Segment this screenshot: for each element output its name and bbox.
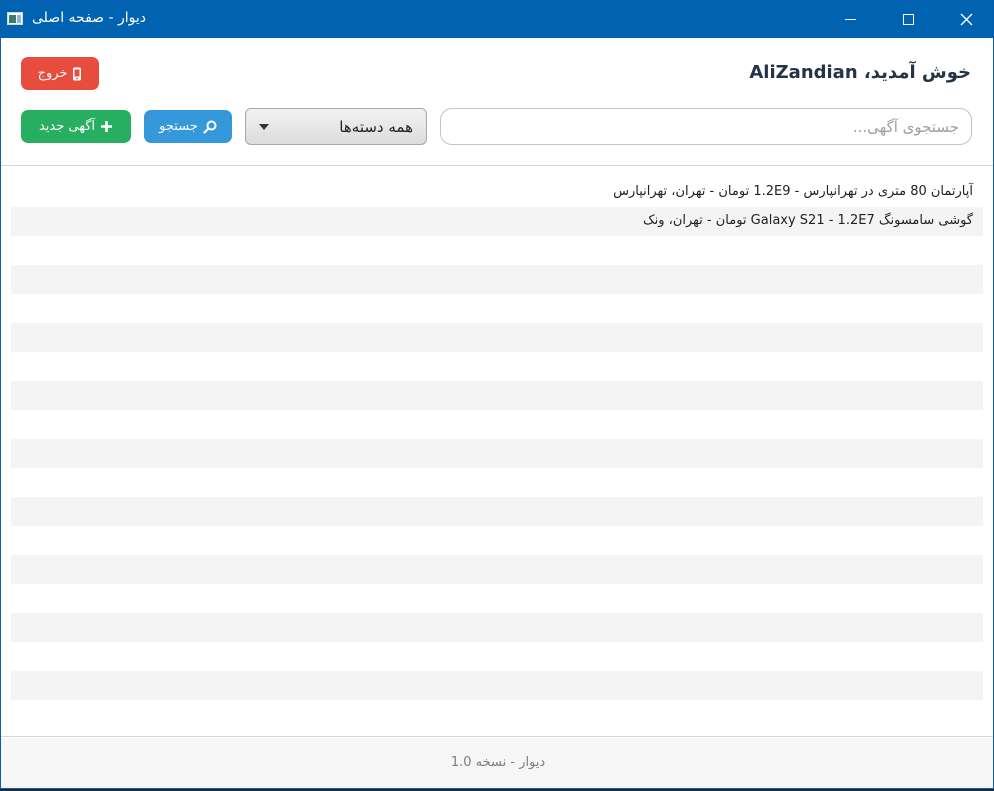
list-item-empty	[11, 526, 983, 555]
category-select[interactable]: همه دسته‌ها	[245, 108, 427, 145]
search-input[interactable]	[440, 108, 972, 145]
maximize-icon	[902, 14, 914, 25]
list-item-empty	[11, 439, 983, 468]
footer: دیوار - نسخه 1.0	[1, 738, 993, 788]
search-button[interactable]: جستجو	[144, 110, 232, 143]
minimize-button[interactable]	[827, 1, 873, 38]
list-item-empty	[11, 381, 983, 410]
list-item-empty	[11, 700, 983, 729]
list-item-empty	[11, 236, 983, 265]
maximize-button[interactable]	[885, 1, 931, 38]
logout-label: خروج	[37, 66, 68, 81]
list-item-empty	[11, 294, 983, 323]
minimize-icon	[844, 19, 856, 20]
listings-list[interactable]: آپارتمان 80 متری در تهرانپارس - 1.2E9 تو…	[1, 165, 993, 737]
phone-icon	[72, 67, 82, 81]
list-item-empty	[11, 642, 983, 671]
list-item-empty	[11, 265, 983, 294]
new-ad-button[interactable]: آگهی جدید	[21, 110, 131, 143]
list-item-empty	[11, 323, 983, 352]
close-icon	[960, 13, 972, 26]
list-item-empty	[11, 671, 983, 700]
close-button[interactable]	[943, 1, 989, 38]
list-item-empty	[11, 410, 983, 439]
list-item-empty	[11, 352, 983, 381]
main-window: دیوار - صفحه اصلی خوش آمدید، AliZandian …	[0, 0, 994, 789]
dropdown-arrow-icon	[259, 124, 269, 130]
list-item-empty	[11, 497, 983, 526]
plus-icon	[100, 120, 113, 133]
list-item-empty	[11, 555, 983, 584]
new-ad-label: آگهی جدید	[38, 119, 96, 134]
list-item-empty	[11, 584, 983, 613]
logout-button[interactable]: خروج	[21, 57, 99, 90]
listing-text: آپارتمان 80 متری در تهرانپارس - 1.2E9 تو…	[613, 184, 973, 199]
welcome-heading: خوش آمدید، AliZandian	[749, 62, 971, 83]
list-item[interactable]: گوشی سامسونگ Galaxy S21 - 1.2E7 تومان - …	[11, 207, 983, 236]
magnifier-icon	[203, 120, 217, 134]
list-item-empty	[11, 468, 983, 497]
title-bar[interactable]: دیوار - صفحه اصلی	[1, 1, 993, 38]
window-title: دیوار - صفحه اصلی	[32, 10, 147, 26]
list-item-empty	[11, 613, 983, 642]
app-window-icon	[7, 12, 23, 25]
search-label: جستجو	[159, 119, 198, 134]
category-selected-value: همه دسته‌ها	[339, 118, 413, 136]
footer-version-text: دیوار - نسخه 1.0	[450, 755, 546, 770]
listing-text: گوشی سامسونگ Galaxy S21 - 1.2E7 تومان - …	[642, 213, 973, 228]
list-item[interactable]: آپارتمان 80 متری در تهرانپارس - 1.2E9 تو…	[11, 178, 983, 207]
